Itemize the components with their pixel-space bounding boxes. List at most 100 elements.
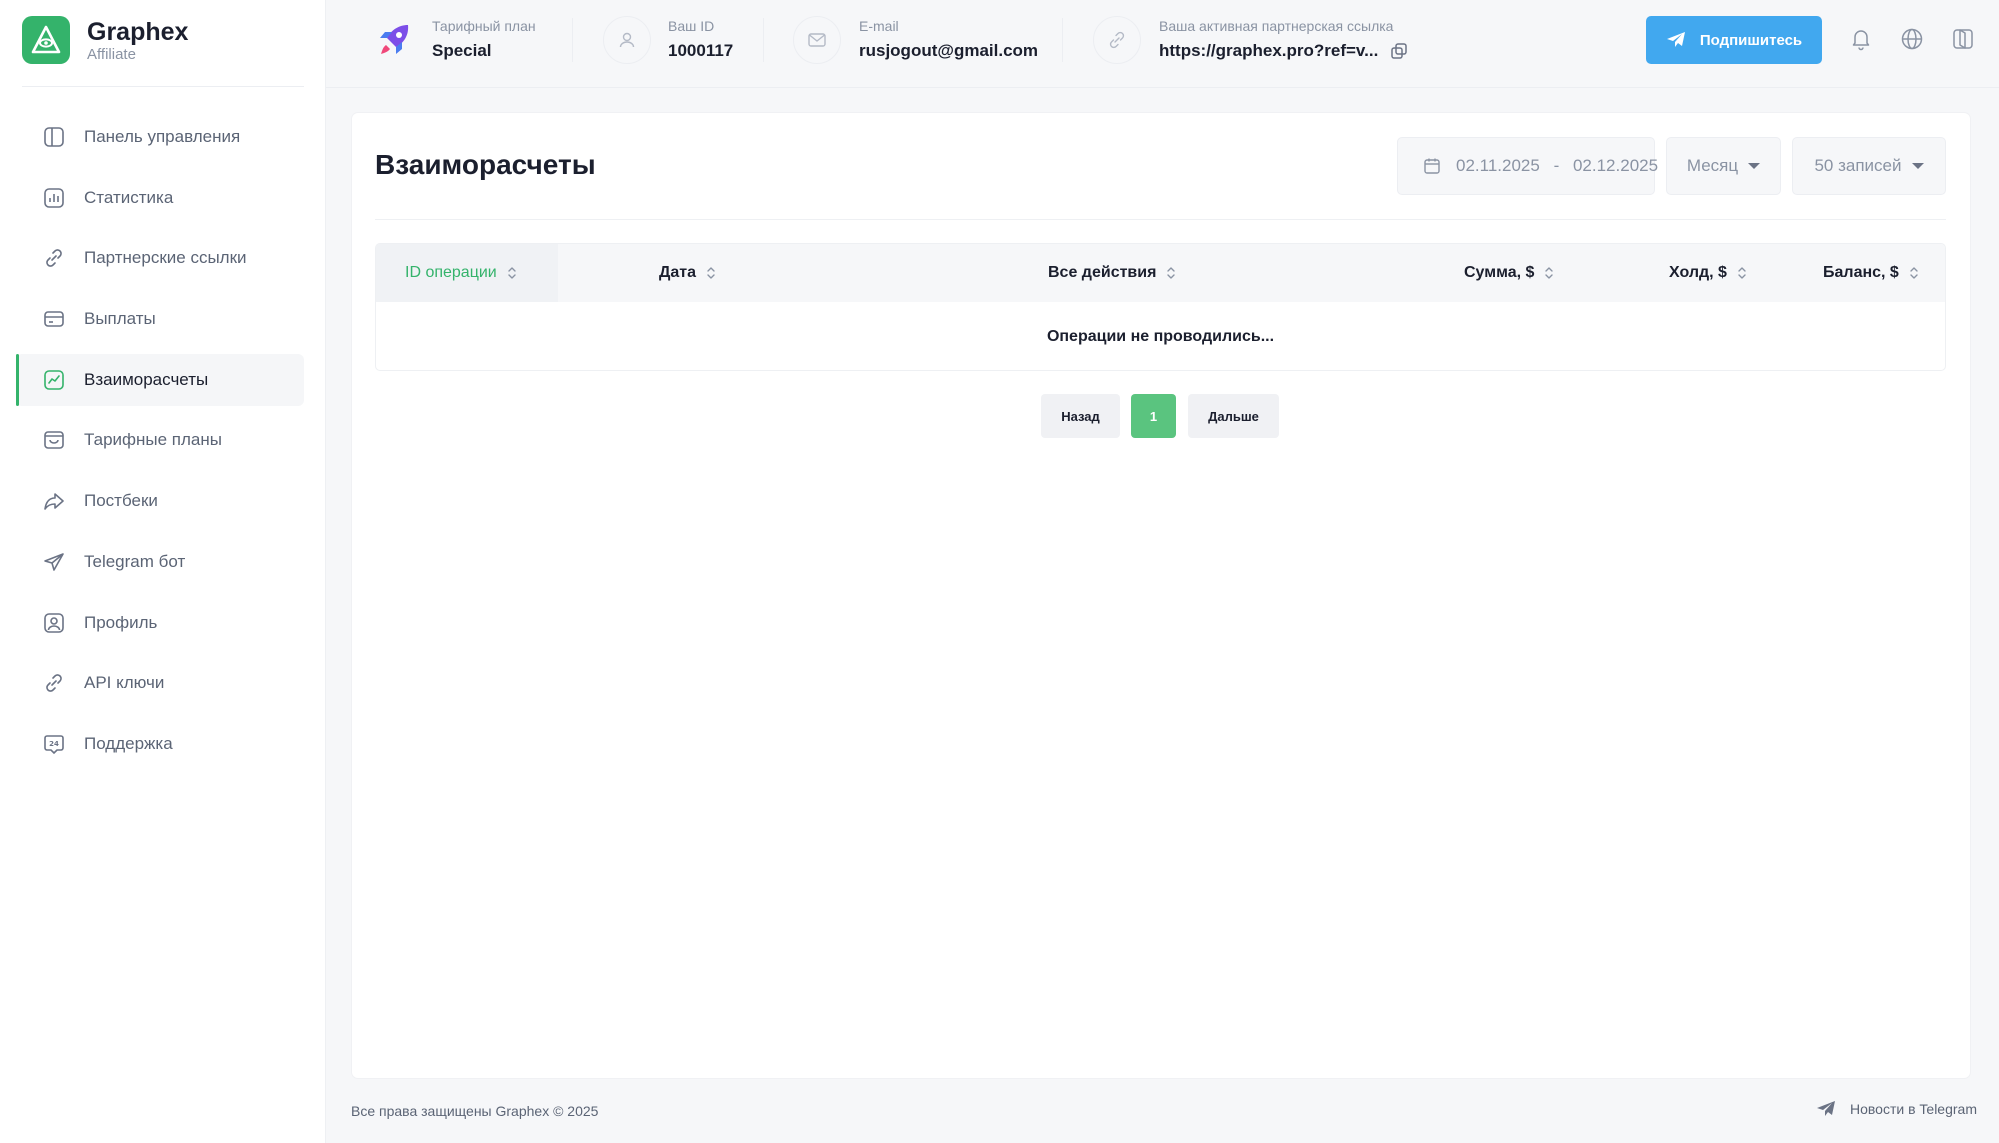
sidebar-nav: Панель управления Статистика Партнерские…: [16, 111, 304, 779]
sidebar-item-label: Статистика: [84, 187, 174, 207]
tariff-plan-info: Тарифный план Special: [370, 16, 536, 64]
graphex-logo-icon: [22, 16, 70, 64]
sidebar-item-settlements[interactable]: Взаиморасчеты: [16, 353, 304, 406]
sort-icon: [1737, 266, 1747, 280]
date-from: 02.11.2025: [1456, 156, 1540, 175]
mail-icon: [793, 16, 841, 64]
sidebar-item-label: Взаиморасчеты: [84, 369, 209, 389]
period-select[interactable]: Месяц: [1666, 137, 1781, 195]
sidebar-item-label: Выплаты: [84, 309, 156, 329]
globe-icon[interactable]: [1897, 24, 1927, 54]
sidebar-item-statistics[interactable]: Статистика: [16, 172, 304, 224]
api-link-icon: [42, 671, 66, 695]
top-header: Тарифный план Special Ваш ID 1000117 E-m…: [326, 0, 1999, 88]
email-value: rusjogout@gmail.com: [859, 41, 1039, 60]
column-date[interactable]: Дата: [659, 244, 716, 302]
column-label: Холд, $: [1669, 264, 1727, 281]
user-icon: [603, 16, 651, 64]
column-all-actions[interactable]: Все действия: [1048, 244, 1176, 302]
telegram-icon: [42, 550, 66, 574]
sort-icon: [706, 266, 716, 280]
sidebar-item-label: Тарифные планы: [84, 430, 222, 450]
header-separator: [763, 18, 764, 62]
sidebar-item-telegram-bot[interactable]: Telegram бот: [16, 536, 304, 588]
column-balance[interactable]: Баланс, $: [1823, 244, 1919, 302]
sidebar-item-postbacks[interactable]: Постбеки: [16, 475, 304, 527]
settlements-card: Взаиморасчеты 02.11.2025 - 02.12.2025 Ме…: [352, 113, 1970, 1078]
divider: [22, 86, 304, 87]
divider: [375, 219, 1946, 220]
user-id-info: Ваш ID 1000117: [603, 16, 733, 64]
telegram-news-label: Новости в Telegram: [1850, 1101, 1977, 1117]
caret-down-icon: [1911, 163, 1924, 169]
ref-link-value: https://graphex.pro?ref=v...: [1159, 41, 1379, 60]
sidebar-item-support[interactable]: 24 Поддержка: [16, 718, 304, 770]
page-1-button[interactable]: 1: [1131, 394, 1176, 438]
profile-icon: [42, 611, 66, 635]
calendar-icon: [1423, 157, 1441, 175]
table-header: ID операции Дата Все действия Сумма, $ Х…: [376, 244, 1945, 302]
date-separator: -: [1553, 156, 1560, 175]
sort-icon: [1909, 266, 1919, 280]
date-range-picker[interactable]: 02.11.2025 - 02.12.2025: [1397, 137, 1659, 195]
brand-name: Graphex: [87, 17, 189, 46]
sidebar-item-tariff-plans[interactable]: Тарифные планы: [16, 414, 304, 466]
sidebar-item-payouts[interactable]: Выплаты: [16, 293, 304, 345]
brand[interactable]: Graphex Affiliate: [22, 16, 188, 64]
header-separator: [1062, 18, 1063, 62]
logout-icon[interactable]: [1948, 24, 1978, 54]
sidebar-item-label: Партнерские ссылки: [84, 248, 247, 268]
telegram-icon: [1816, 1100, 1836, 1118]
period-select-value: Месяц: [1686, 156, 1739, 175]
subscribe-label: Подпишитесь: [1699, 31, 1803, 49]
stats-icon: [42, 186, 66, 210]
sidebar-item-label: API ключи: [84, 673, 165, 693]
next-page-button[interactable]: Дальше: [1188, 394, 1279, 438]
link-icon: [42, 246, 66, 270]
header-separator: [572, 18, 573, 62]
tariff-plan-value: Special: [432, 41, 492, 60]
date-to: 02.12.2025: [1572, 156, 1659, 175]
pagination: Назад 1 Дальше: [352, 394, 1970, 438]
sidebar-item-label: Telegram бот: [84, 551, 186, 571]
sort-icon: [1544, 266, 1554, 280]
ref-link-caption: Ваша активная партнерская ссылка: [1159, 18, 1394, 34]
card-icon: [42, 307, 66, 331]
column-label: Все действия: [1048, 264, 1157, 281]
sidebar-item-api-keys[interactable]: API ключи: [16, 657, 304, 709]
tariff-plan-caption: Тарифный план: [432, 18, 536, 34]
chart-trend-icon: [42, 368, 66, 392]
plans-icon: [42, 428, 66, 452]
sort-icon: [507, 266, 517, 280]
layout-panel-icon: [42, 125, 66, 149]
column-label: Дата: [659, 264, 697, 281]
column-operation-id[interactable]: ID операции: [405, 244, 517, 302]
rocket-icon: [370, 16, 418, 64]
column-label: ID операции: [405, 264, 497, 281]
bell-icon[interactable]: [1846, 24, 1876, 54]
sidebar-item-dashboard[interactable]: Панель управления: [16, 111, 304, 163]
prev-page-button[interactable]: Назад: [1041, 394, 1120, 438]
user-id-value: 1000117: [668, 41, 734, 60]
sort-icon: [1166, 266, 1176, 280]
user-id-caption: Ваш ID: [668, 18, 715, 34]
operations-table: ID операции Дата Все действия Сумма, $ Х…: [375, 243, 1946, 371]
copy-icon[interactable]: [1390, 42, 1408, 60]
sidebar-item-partner-links[interactable]: Партнерские ссылки: [16, 232, 304, 284]
records-per-page-select[interactable]: 50 записей: [1792, 137, 1946, 195]
svg-text:24: 24: [49, 740, 59, 748]
telegram-news-link[interactable]: Новости в Telegram: [1816, 1100, 1977, 1118]
sidebar: Graphex Affiliate Панель управления Стат…: [0, 0, 326, 1143]
column-amount[interactable]: Сумма, $: [1464, 244, 1554, 302]
column-hold[interactable]: Холд, $: [1669, 244, 1747, 302]
sidebar-item-label: Панель управления: [84, 127, 241, 146]
subscribe-button[interactable]: Подпишитесь: [1646, 16, 1822, 64]
page-title: Взаиморасчеты: [375, 149, 596, 180]
sidebar-item-label: Профиль: [84, 612, 158, 632]
link-icon: [1093, 16, 1141, 64]
empty-table-message: Операции не проводились...: [1046, 328, 1275, 345]
sidebar-item-profile[interactable]: Профиль: [16, 597, 304, 649]
footer-copyright: Все права защищены Graphex © 2025: [351, 1103, 599, 1119]
column-label: Сумма, $: [1464, 264, 1535, 281]
sidebar-item-label: Поддержка: [84, 733, 173, 753]
